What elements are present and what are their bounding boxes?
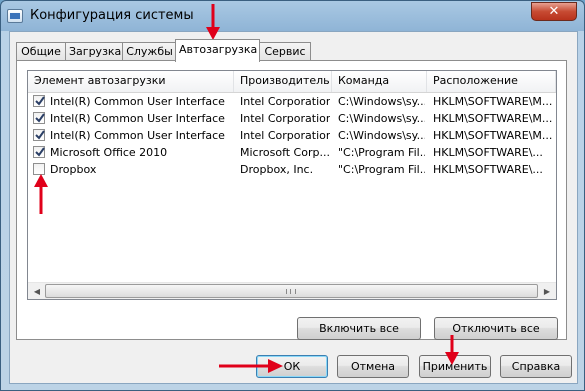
dialog-body: Общие Загрузка Службы Автозагрузка Серви… bbox=[9, 31, 578, 384]
scroll-right-icon[interactable]: ▶ bbox=[539, 284, 555, 299]
cell-command: "C:\Program Fil... bbox=[338, 146, 425, 159]
column-location[interactable]: Расположение bbox=[427, 71, 556, 92]
column-command[interactable]: Команда bbox=[332, 71, 427, 92]
cancel-button[interactable]: Отмена bbox=[337, 355, 409, 378]
column-manufacturer[interactable]: Производитель bbox=[234, 71, 332, 92]
checkmark-icon bbox=[35, 147, 45, 157]
tab-tools[interactable]: Сервис bbox=[259, 42, 311, 61]
cell-location: HKLM\SOFTWARE\... bbox=[433, 146, 543, 159]
scroll-left-icon[interactable]: ◀ bbox=[29, 284, 45, 299]
tab-services[interactable]: Службы bbox=[122, 42, 177, 61]
tab-general[interactable]: Общие bbox=[16, 42, 66, 61]
startup-tab-panel: Элемент автозагрузки Производитель Коман… bbox=[16, 60, 567, 340]
title-bar[interactable]: Конфигурация системы ✕ bbox=[1, 1, 584, 31]
list-header: Элемент автозагрузки Производитель Коман… bbox=[28, 71, 556, 93]
window-title: Конфигурация системы bbox=[30, 8, 194, 23]
cell-startup-item: Intel(R) Common User Interface bbox=[50, 95, 225, 108]
table-row[interactable]: Intel(R) Common User Interface Intel Corp… bbox=[28, 93, 556, 110]
table-row[interactable]: Microsoft Office 2010 Microsoft Corp... "C… bbox=[28, 144, 556, 161]
startup-item-checkbox[interactable] bbox=[33, 112, 45, 124]
horizontal-scrollbar[interactable]: ◀ ▶ bbox=[28, 282, 556, 299]
checkmark-icon bbox=[35, 96, 45, 106]
cell-command: "C:\Program Fil... bbox=[338, 163, 425, 176]
app-icon bbox=[7, 9, 23, 23]
close-button[interactable]: ✕ bbox=[531, 2, 577, 21]
table-row[interactable]: Intel(R) Common User Interface Intel Corp… bbox=[28, 127, 556, 144]
annotation-arrow-down-apply-icon bbox=[445, 335, 459, 365]
cell-manufacturer: Intel Corporation bbox=[240, 112, 330, 125]
tab-startup[interactable]: Автозагрузка bbox=[175, 39, 260, 62]
cell-startup-item: Microsoft Office 2010 bbox=[50, 146, 168, 159]
cell-command: C:\Windows\sy... bbox=[338, 112, 425, 125]
cell-manufacturer: Dropbox, Inc. bbox=[240, 163, 314, 176]
cell-startup-item: Intel(R) Common User Interface bbox=[50, 112, 225, 125]
startup-item-checkbox[interactable] bbox=[33, 95, 45, 107]
help-button[interactable]: Справка bbox=[500, 355, 572, 378]
startup-list[interactable]: Элемент автозагрузки Производитель Коман… bbox=[27, 70, 557, 300]
table-row[interactable]: Intel(R) Common User Interface Intel Corp… bbox=[28, 110, 556, 127]
column-startup-item[interactable]: Элемент автозагрузки bbox=[28, 71, 234, 92]
checkmark-icon bbox=[35, 113, 45, 123]
cell-location: HKLM\SOFTWARE\M... bbox=[433, 95, 553, 108]
cell-manufacturer: Intel Corporation bbox=[240, 95, 330, 108]
cell-startup-item: Dropbox bbox=[50, 163, 97, 176]
cell-manufacturer: Microsoft Corp... bbox=[240, 146, 330, 159]
table-row[interactable]: Dropbox Dropbox, Inc. "C:\Program Fil... HK… bbox=[28, 161, 556, 178]
startup-item-checkbox[interactable] bbox=[33, 146, 45, 158]
tab-boot[interactable]: Загрузка bbox=[65, 42, 123, 61]
cell-location: HKLM\SOFTWARE\M... bbox=[433, 112, 553, 125]
startup-item-checkbox[interactable] bbox=[33, 129, 45, 141]
cell-command: C:\Windows\sy... bbox=[338, 129, 425, 142]
cell-manufacturer: Intel Corporation bbox=[240, 129, 330, 142]
cell-startup-item: Intel(R) Common User Interface bbox=[50, 129, 225, 142]
cell-command: C:\Windows\sy... bbox=[338, 95, 425, 108]
cell-location: HKLM\SOFTWARE\M... bbox=[433, 129, 553, 142]
cell-location: HKLM\SOFTWARE\... bbox=[433, 163, 543, 176]
checkmark-icon bbox=[35, 130, 45, 140]
grip-icon bbox=[286, 289, 296, 294]
enable-all-button[interactable]: Включить все bbox=[297, 317, 421, 340]
scroll-thumb[interactable] bbox=[45, 284, 538, 298]
annotation-arrow-down-icon bbox=[206, 4, 220, 40]
window: Конфигурация системы ✕ Общие Загрузка Сл… bbox=[0, 0, 585, 391]
annotation-arrow-right-icon bbox=[219, 359, 283, 373]
annotation-arrow-up-icon bbox=[34, 174, 48, 214]
